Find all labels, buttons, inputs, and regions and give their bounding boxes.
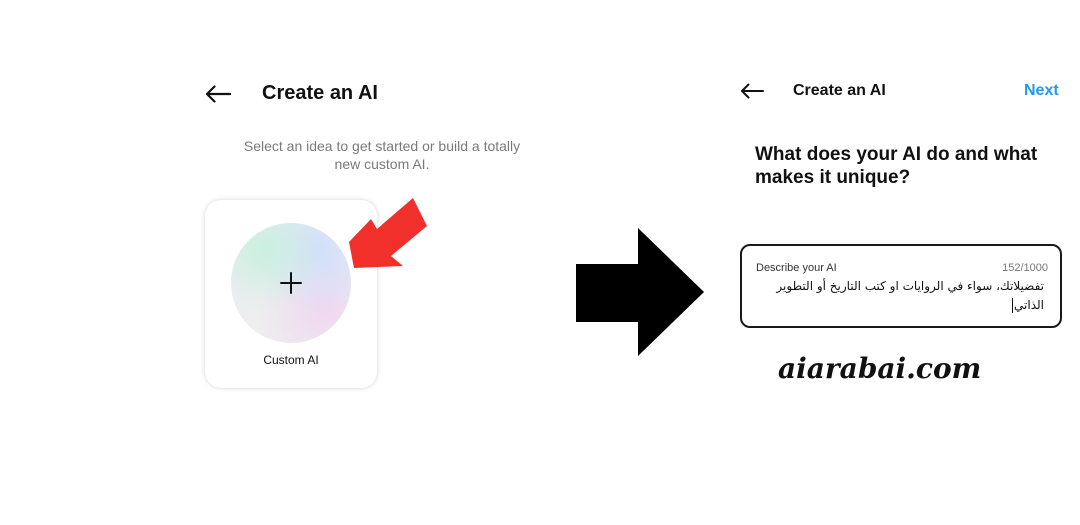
question-heading: What does your AI do and what makes it u… [755,144,1038,188]
red-pointer-arrow-icon [349,198,427,268]
describe-ai-input[interactable]: تفضيلاتك، سواء في الروايات او كتب التاري… [754,277,1044,315]
describe-ai-label: Describe your AI [756,262,837,274]
page-subtitle: Select an idea to get started or build a… [243,138,521,172]
watermark: aiarabai.com [778,352,982,385]
plus-icon [280,272,302,294]
back-button[interactable] [204,81,232,107]
arrow-left-icon [205,85,231,103]
page: Create an AI Select an idea to get start… [0,0,1080,525]
back-button-right[interactable] [738,79,766,103]
describe-ai-value: تفضيلاتك، سواء في الروايات او كتب التاري… [776,279,1044,312]
custom-ai-label: Custom AI [263,353,319,367]
text-caret [1012,298,1014,313]
page-title: Create an AI [262,82,378,104]
describe-ai-field[interactable]: Describe your AI 152/1000 تفضيلاتك، سواء… [740,244,1062,328]
custom-ai-circle [231,223,351,343]
black-right-arrow-icon [576,228,704,356]
arrow-left-icon [741,83,764,99]
next-button[interactable]: Next [1024,80,1059,102]
character-counter: 152/1000 [1002,262,1048,274]
page-title-right: Create an AI [793,82,886,99]
